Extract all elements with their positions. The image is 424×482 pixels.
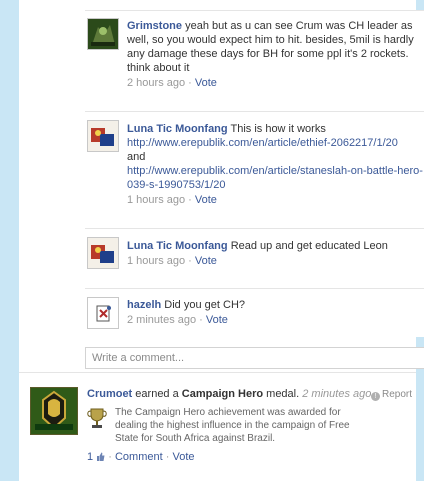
thumbs-up-icon[interactable] bbox=[96, 451, 108, 463]
report-button[interactable]: ! Report bbox=[370, 389, 412, 401]
vote-link[interactable]: Vote bbox=[195, 77, 217, 89]
comment-time[interactable]: 1 hours ago bbox=[127, 255, 185, 267]
report-icon: ! bbox=[370, 392, 380, 401]
comment-text-and: and bbox=[127, 151, 146, 163]
comment-body: Luna Tic Moonfang This is how it works h… bbox=[127, 122, 424, 207]
avatar[interactable] bbox=[87, 237, 119, 269]
comment-text: Did you get CH? bbox=[164, 299, 246, 311]
like-count[interactable]: 1 bbox=[87, 451, 93, 463]
comment-meta: 1 hours ago · Vote bbox=[127, 254, 424, 268]
story-action: earned a bbox=[135, 388, 179, 400]
meta-separator: · bbox=[188, 194, 192, 206]
report-label: Report bbox=[381, 389, 412, 400]
achievement-description: The Campaign Hero achievement was awarde… bbox=[115, 407, 350, 444]
comment-item: Luna Tic Moonfang This is how it works h… bbox=[85, 111, 424, 229]
comment-body: Grimstone yeah but as u can see Crum was… bbox=[127, 19, 424, 90]
luna-avatar-image bbox=[88, 121, 118, 151]
comment-text: Read up and get educated Leon bbox=[230, 240, 388, 252]
vote-link[interactable]: Vote bbox=[195, 255, 217, 267]
meta-separator: · bbox=[199, 314, 203, 326]
story-actions: 1 · Comment · Vote bbox=[87, 451, 195, 463]
luna-avatar-image bbox=[88, 238, 118, 268]
comment-link[interactable]: Comment bbox=[115, 451, 163, 463]
comment-body: hazelh Did you get CH? 2 minutes ago · V… bbox=[127, 298, 424, 327]
medal-suffix: medal. bbox=[266, 388, 300, 400]
article-link[interactable]: http://www.erepublik.com/en/article/ethi… bbox=[127, 136, 424, 150]
avatar[interactable] bbox=[87, 297, 119, 329]
comment-time[interactable]: 2 hours ago bbox=[127, 77, 185, 89]
comment-meta: 2 minutes ago · Vote bbox=[127, 313, 424, 327]
comment-item: Grimstone yeah but as u can see Crum was… bbox=[85, 10, 424, 112]
comment-time[interactable]: 1 hours ago bbox=[127, 194, 185, 206]
comment-meta: 2 hours ago · Vote bbox=[127, 76, 424, 90]
news-feed: Grimstone yeah but as u can see Crum was… bbox=[19, 0, 424, 482]
grimstone-avatar-image bbox=[88, 19, 118, 49]
article-link[interactable]: http://www.erepublik.com/en/article/stan… bbox=[127, 164, 424, 192]
story-time[interactable]: 2 minutes ago bbox=[302, 388, 371, 400]
meta-separator: · bbox=[188, 255, 192, 267]
comment-body: Luna Tic Moonfang Read up and get educat… bbox=[127, 239, 424, 268]
comment-time[interactable]: 2 minutes ago bbox=[127, 314, 196, 326]
avatar[interactable] bbox=[87, 120, 119, 152]
comment-author[interactable]: Luna Tic Moonfang bbox=[127, 123, 228, 135]
comment-text: This is how it works bbox=[230, 123, 326, 135]
vote-link[interactable]: Vote bbox=[206, 314, 228, 326]
comment-author[interactable]: Luna Tic Moonfang bbox=[127, 240, 228, 252]
write-comment-input[interactable]: Write a comment... bbox=[85, 347, 424, 369]
comment-meta: 1 hours ago · Vote bbox=[127, 193, 424, 207]
medal-name: Campaign Hero bbox=[181, 388, 264, 400]
trophy-icon bbox=[87, 407, 107, 429]
story-author[interactable]: Crumoet bbox=[87, 388, 132, 400]
vote-link[interactable]: Vote bbox=[195, 194, 217, 206]
avatar[interactable] bbox=[30, 387, 78, 435]
comment-author[interactable]: Grimstone bbox=[127, 20, 182, 32]
meta-separator: · bbox=[188, 77, 192, 89]
vote-link[interactable]: Vote bbox=[172, 451, 194, 463]
default-avatar-image bbox=[88, 298, 118, 328]
meta-separator: · bbox=[108, 451, 112, 463]
crumoet-avatar-image bbox=[31, 388, 77, 434]
meta-separator: · bbox=[165, 451, 170, 463]
comment-author[interactable]: hazelh bbox=[127, 299, 161, 311]
feed-story: Crumoet earned a Campaign Hero medal. 2 … bbox=[19, 372, 416, 482]
left-side-rail bbox=[0, 0, 19, 481]
avatar[interactable] bbox=[87, 18, 119, 50]
comment-item: hazelh Did you get CH? 2 minutes ago · V… bbox=[85, 288, 424, 337]
story-headline: Crumoet earned a Campaign Hero medal. 2 … bbox=[87, 387, 412, 401]
comment-item: Luna Tic Moonfang Read up and get educat… bbox=[85, 228, 424, 289]
